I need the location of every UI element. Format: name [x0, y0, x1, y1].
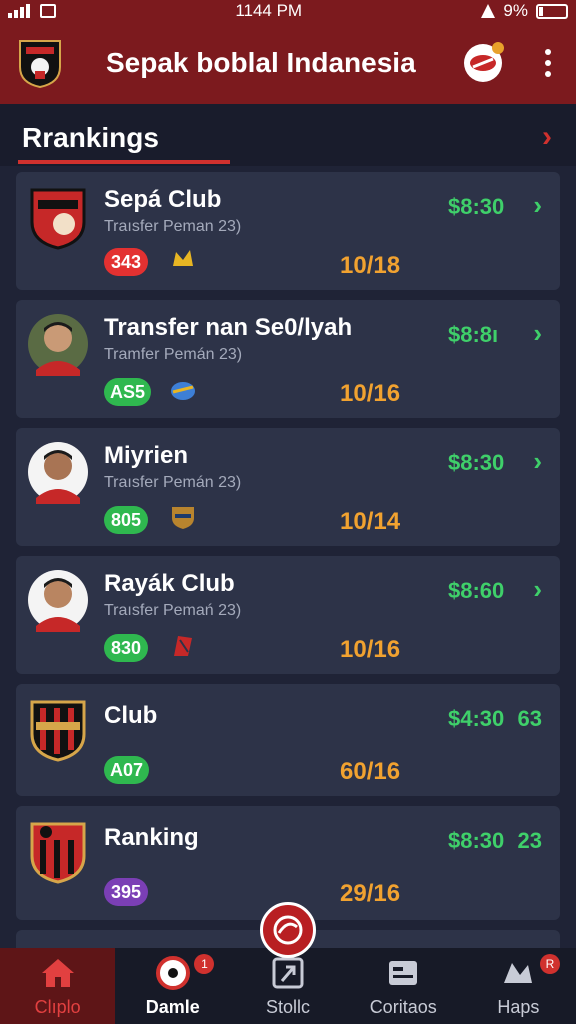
- club-badge-button[interactable]: [464, 42, 504, 82]
- card-rank-pill: AS5: [104, 378, 152, 406]
- team-badge-icon: [171, 382, 195, 400]
- club-crest-icon: [30, 700, 86, 762]
- club-crest-icon[interactable]: [18, 37, 62, 89]
- ranking-card[interactable]: Rayák Club Traısfer Pemań 23) $8:60 › 83…: [16, 556, 560, 674]
- card-rank-pill: A07: [104, 756, 150, 784]
- card-name: Transfer nan Se0/lyah: [104, 314, 353, 341]
- card-rank-pill: 830: [104, 634, 148, 662]
- player-avatar-icon: [28, 314, 88, 376]
- card-name: Miyrien: [104, 442, 189, 469]
- battery-percent: 9%: [503, 1, 528, 20]
- nav-item-stollc[interactable]: Stollc: [230, 948, 345, 1024]
- card-name: Rayák Club: [104, 570, 235, 597]
- flag-icon: [174, 636, 192, 656]
- section-title: Rrankings: [22, 122, 159, 153]
- card-price: $8:30: [448, 450, 505, 475]
- card-name: Club: [104, 702, 158, 729]
- section-chevron-icon[interactable]: ›: [542, 120, 552, 154]
- status-right: 9%: [481, 1, 568, 21]
- club-crest-icon: [30, 822, 86, 884]
- nav-item-coritaos[interactable]: Coritaos: [346, 948, 461, 1024]
- card-rank-pill: 805: [104, 506, 148, 534]
- club-crest-icon: [30, 188, 86, 250]
- stats-icon: [272, 957, 304, 989]
- ranking-card[interactable]: Miyrien Traısfer Pemán 23) $8:30 › 805 1…: [16, 428, 560, 546]
- card-price: $8:30: [448, 828, 505, 853]
- card-chevron-icon[interactable]: ›: [533, 574, 542, 605]
- card-score: 29/16: [340, 880, 401, 907]
- sim-icon: [40, 4, 56, 18]
- status-left: [8, 4, 56, 18]
- signal-icon: [8, 4, 30, 18]
- soccer-ball-icon: [155, 956, 190, 990]
- card-price: $8:30: [448, 194, 505, 219]
- card-extra-value: 63: [517, 706, 542, 731]
- status-time: 1144 PM: [235, 1, 303, 20]
- floating-action-button[interactable]: [260, 902, 316, 958]
- nav-label: Clıplo: [34, 997, 81, 1017]
- maps-icon: [504, 963, 533, 983]
- player-avatar-icon: [28, 442, 88, 504]
- section-header: Rrankings ›: [0, 104, 576, 166]
- swirl-icon: [273, 915, 303, 945]
- card-extra-value: 23: [517, 828, 542, 853]
- ranking-card[interactable]: Transfer nan Se0/lyah Tramfer Pemán 23) …: [16, 300, 560, 418]
- bottom-nav: Clıplo 1 Damle Stollc Coritaos R Haps: [0, 948, 576, 1024]
- card-score: 60/16: [340, 758, 401, 785]
- card-subtitle: Traısfer Peman 23): [104, 218, 242, 235]
- kebab-menu-icon[interactable]: [538, 49, 558, 77]
- notification-badge: 1: [194, 954, 215, 974]
- home-icon: [41, 959, 74, 987]
- app-bar: Sepak boblal Indanesia: [0, 22, 576, 104]
- nav-item-clublo[interactable]: Clıplo: [0, 948, 116, 1024]
- player-avatar-icon: [28, 570, 88, 632]
- notification-badge: R: [540, 954, 561, 974]
- card-score: 10/18: [340, 252, 401, 279]
- nav-label: Stollc: [266, 997, 311, 1017]
- location-icon: [481, 4, 496, 18]
- card-name: Sepá Club: [104, 186, 222, 213]
- card-score: 10/16: [340, 380, 401, 407]
- card-rank-pill: 343: [104, 248, 148, 276]
- app-title: Sepak boblal Indanesia: [106, 47, 416, 78]
- card-subtitle: Traısfer Pemań 23): [104, 602, 242, 619]
- nav-label: Haps: [497, 997, 540, 1017]
- nav-item-damle[interactable]: 1 Damle: [115, 948, 230, 1024]
- club-badge-icon: [470, 55, 496, 71]
- battery-icon: [535, 3, 568, 19]
- status-bar: 1144 PM 9%: [0, 0, 576, 22]
- card-rank-pill: 395: [104, 878, 148, 906]
- ranking-card[interactable]: Sepá Club Traısfer Peman 23) $8:30 › 343…: [16, 172, 560, 290]
- card-name: Ranking: [104, 824, 199, 851]
- card-price: $4:30: [448, 706, 505, 731]
- nav-label: Coritaos: [369, 997, 437, 1017]
- nav-item-haps[interactable]: R Haps: [461, 948, 576, 1024]
- card-chevron-icon[interactable]: ›: [533, 446, 542, 477]
- ranking-card[interactable]: Club $4:30 63 A07 60/16: [16, 684, 560, 796]
- card-subtitle: Traısfer Pemán 23): [104, 474, 242, 491]
- card-score: 10/16: [340, 636, 401, 663]
- card-price: $8:60: [448, 578, 505, 603]
- card-price: $8:8ı: [448, 322, 499, 347]
- team-badge-icon: [172, 507, 194, 529]
- section-underline: [18, 160, 230, 164]
- card-subtitle: Tramfer Pemán 23): [104, 346, 243, 363]
- card-chevron-icon[interactable]: ›: [533, 318, 542, 349]
- nav-label: Damle: [145, 997, 200, 1017]
- crown-icon: [173, 250, 193, 266]
- card-score: 10/14: [340, 508, 401, 535]
- contacts-icon: [389, 961, 418, 985]
- card-chevron-icon[interactable]: ›: [533, 190, 542, 221]
